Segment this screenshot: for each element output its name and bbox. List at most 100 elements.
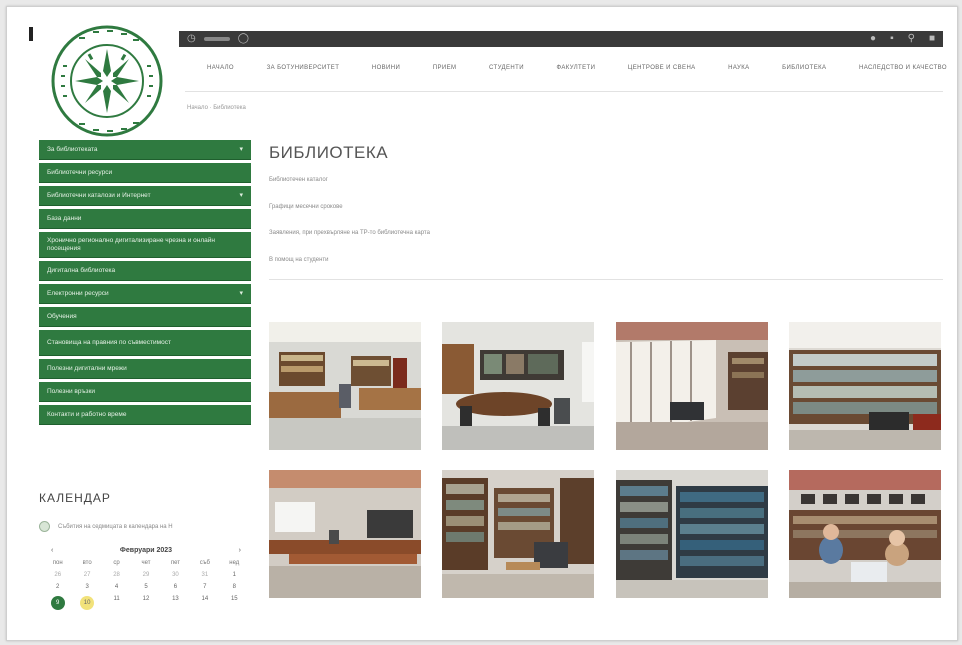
sidebar-item-label: Електронни ресурси: [47, 289, 109, 297]
sidebar-item-useful-links[interactable]: Полезни връзки: [39, 382, 251, 402]
calendar-day[interactable]: 2: [43, 584, 72, 590]
chevron-down-icon: ▾: [239, 145, 243, 153]
sidebar-item-digitization[interactable]: Хронично регионално дигитализиране чрезн…: [39, 232, 251, 258]
nav-item-news[interactable]: НОВИНИ: [372, 65, 400, 71]
library-reading-room-photo[interactable]: [269, 322, 421, 450]
header-divider: [185, 91, 943, 92]
top-utility-bar: ◷ ◯ ● ▪ ⚲ ■: [179, 31, 943, 47]
sidebar-item-label: Хронично регионално дигитализиране чрезн…: [47, 236, 215, 252]
calendar-event-text: Събития на седмицата в календара на Н: [58, 523, 173, 530]
calendar-day-name: съб: [199, 560, 210, 566]
breadcrumb[interactable]: Начало · Библиотека: [187, 105, 246, 111]
sidebar-item-label: Библиотечни каталози и Интернет: [47, 191, 151, 199]
sidebar-item-trainings[interactable]: Обучения: [39, 307, 251, 327]
nav-item-faculties[interactable]: ФАКУЛТЕТИ: [557, 65, 596, 71]
globe-icon[interactable]: ◯: [238, 34, 249, 44]
sidebar-item-contacts[interactable]: Контакти и работно време: [39, 405, 251, 425]
nav-item-centers[interactable]: ЦЕНТРОВЕ И СВЕНА: [628, 65, 696, 71]
nav-item-science[interactable]: НАУКА: [728, 65, 749, 71]
nav-item-students[interactable]: СТУДЕНТИ: [489, 65, 524, 71]
menu-icon[interactable]: ■: [929, 34, 935, 44]
calendar-day[interactable]: 3: [72, 584, 101, 590]
library-lecture-room-photo[interactable]: [269, 470, 421, 598]
calendar-day-name: нед: [229, 560, 240, 566]
nav-item-home[interactable]: НАЧАЛО: [207, 65, 234, 71]
calendar-day[interactable]: 8: [220, 584, 249, 590]
browser-page-frame: ◷ ◯ ● ▪ ⚲ ■ НАЧАЛО ЗА БОТУНИВЕРСИТЕТ НОВ…: [6, 6, 958, 641]
library-sidebar-menu: За библиотеката ▾ Библиотечни ресурси Биб…: [39, 140, 251, 428]
flag-icon[interactable]: ▪: [890, 34, 894, 44]
calendar-prev-button[interactable]: ‹: [51, 547, 53, 554]
calendar-day[interactable]: 31: [190, 572, 219, 578]
sidebar-item-label: Контакти и работно време: [47, 410, 127, 418]
link-schedules[interactable]: Графици месечни срокове: [269, 204, 430, 231]
sidebar-item-resources[interactable]: Библиотечни ресурси: [39, 163, 251, 183]
calendar-heading: КАЛЕНДАР: [39, 491, 111, 505]
link-library-catalog[interactable]: Библиотечен каталог: [269, 177, 430, 204]
clock-icon[interactable]: ◷: [187, 34, 196, 44]
sidebar-item-databases[interactable]: База данни: [39, 209, 251, 229]
calendar-day[interactable]: 5: [131, 584, 160, 590]
calendar-day[interactable]: 14: [190, 596, 219, 610]
nav-item-admission[interactable]: ПРИЕМ: [433, 65, 457, 71]
calendar-day[interactable]: 12: [131, 596, 160, 610]
topbar-text-pill: [203, 37, 230, 41]
search-icon[interactable]: ⚲: [908, 34, 915, 44]
photo-gallery: [269, 322, 943, 598]
calendar-day[interactable]: 29: [131, 572, 160, 578]
university-seal-logo[interactable]: [49, 25, 165, 137]
page-title: БИБЛИОТЕКА: [269, 143, 389, 162]
sidebar-item-label: Полезни дигитални мрежи: [47, 364, 127, 372]
calendar-day[interactable]: 4: [102, 584, 131, 590]
calendar-day[interactable]: 26: [43, 572, 72, 578]
sidebar-item-about-library[interactable]: За библиотеката ▾: [39, 140, 251, 160]
sidebar-item-digital-library[interactable]: Дигитална библиотека: [39, 261, 251, 281]
sidebar-item-label: Становища на правния по съвместимост: [47, 338, 171, 346]
sidebar-item-label: Полезни връзки: [47, 387, 96, 395]
calendar-day[interactable]: 30: [161, 572, 190, 578]
calendar-event-toggle[interactable]: Събития на седмицата в календара на Н: [39, 521, 173, 532]
library-staff-desk-photo[interactable]: [788, 470, 941, 598]
calendar-day-name: ср: [113, 560, 120, 566]
sidebar-item-opinions[interactable]: Становища на правния по съвместимост: [39, 330, 251, 356]
calendar-day-name: чет: [141, 560, 151, 566]
library-shelves-armchair-photo[interactable]: [442, 470, 595, 598]
sidebar-item-label: Дигитална библиотека: [47, 266, 116, 274]
main-navigation: НАЧАЛО ЗА БОТУНИВЕРСИТЕТ НОВИНИ ПРИЕМ СТ…: [207, 65, 947, 71]
calendar-day-today[interactable]: 10: [80, 596, 95, 610]
calendar-day-selected[interactable]: 9: [50, 596, 65, 610]
library-bookshelves-photo[interactable]: [788, 322, 941, 450]
event-toggle-icon[interactable]: [39, 521, 50, 532]
sidebar-item-digital-networks[interactable]: Полезни дигитални мрежи: [39, 359, 251, 379]
calendar-day[interactable]: 27: [72, 572, 101, 578]
user-icon[interactable]: ●: [870, 34, 876, 44]
calendar-day[interactable]: 15: [220, 596, 249, 610]
link-card-transfer[interactable]: Заявления, при прехвърляне на ТР-то библ…: [269, 230, 430, 257]
sidebar-item-label: Обучения: [47, 312, 77, 320]
sidebar-item-e-resources[interactable]: Електронни ресурси ▾: [39, 284, 251, 304]
library-window-hall-photo[interactable]: [615, 322, 768, 450]
window-corner-mark: [29, 27, 33, 41]
library-stacks-photo[interactable]: [615, 470, 768, 598]
nav-item-about[interactable]: ЗА БОТУНИВЕРСИТЕТ: [267, 65, 340, 71]
sidebar-item-catalogs[interactable]: Библиотечни каталози и Интернет ▾: [39, 186, 251, 206]
chevron-down-icon: ▾: [239, 191, 243, 199]
calendar-next-button[interactable]: ›: [239, 547, 241, 554]
calendar-day[interactable]: 1: [220, 572, 249, 578]
calendar-day[interactable]: 11: [102, 596, 131, 610]
calendar-day[interactable]: 7: [190, 584, 219, 590]
calendar-month-label: Февруари 2023: [119, 547, 173, 554]
content-divider: [269, 279, 943, 280]
library-study-table-photo[interactable]: [442, 322, 595, 450]
sidebar-item-label: Библиотечни ресурси: [47, 168, 113, 176]
calendar-day[interactable]: 13: [161, 596, 190, 610]
calendar-day-name: вто: [82, 560, 92, 566]
nav-item-library[interactable]: БИБЛИОТЕКА: [782, 65, 826, 71]
nav-item-quality[interactable]: НАСЛЕДСТВО И КАЧЕСТВО: [859, 65, 947, 71]
calendar-day-name: пет: [170, 560, 180, 566]
calendar-day[interactable]: 28: [102, 572, 131, 578]
sidebar-item-label: База данни: [47, 214, 82, 222]
calendar-header: ‹ Февруари 2023 ›: [43, 547, 249, 554]
calendar-day-name: пон: [52, 560, 63, 566]
calendar-day[interactable]: 6: [161, 584, 190, 590]
